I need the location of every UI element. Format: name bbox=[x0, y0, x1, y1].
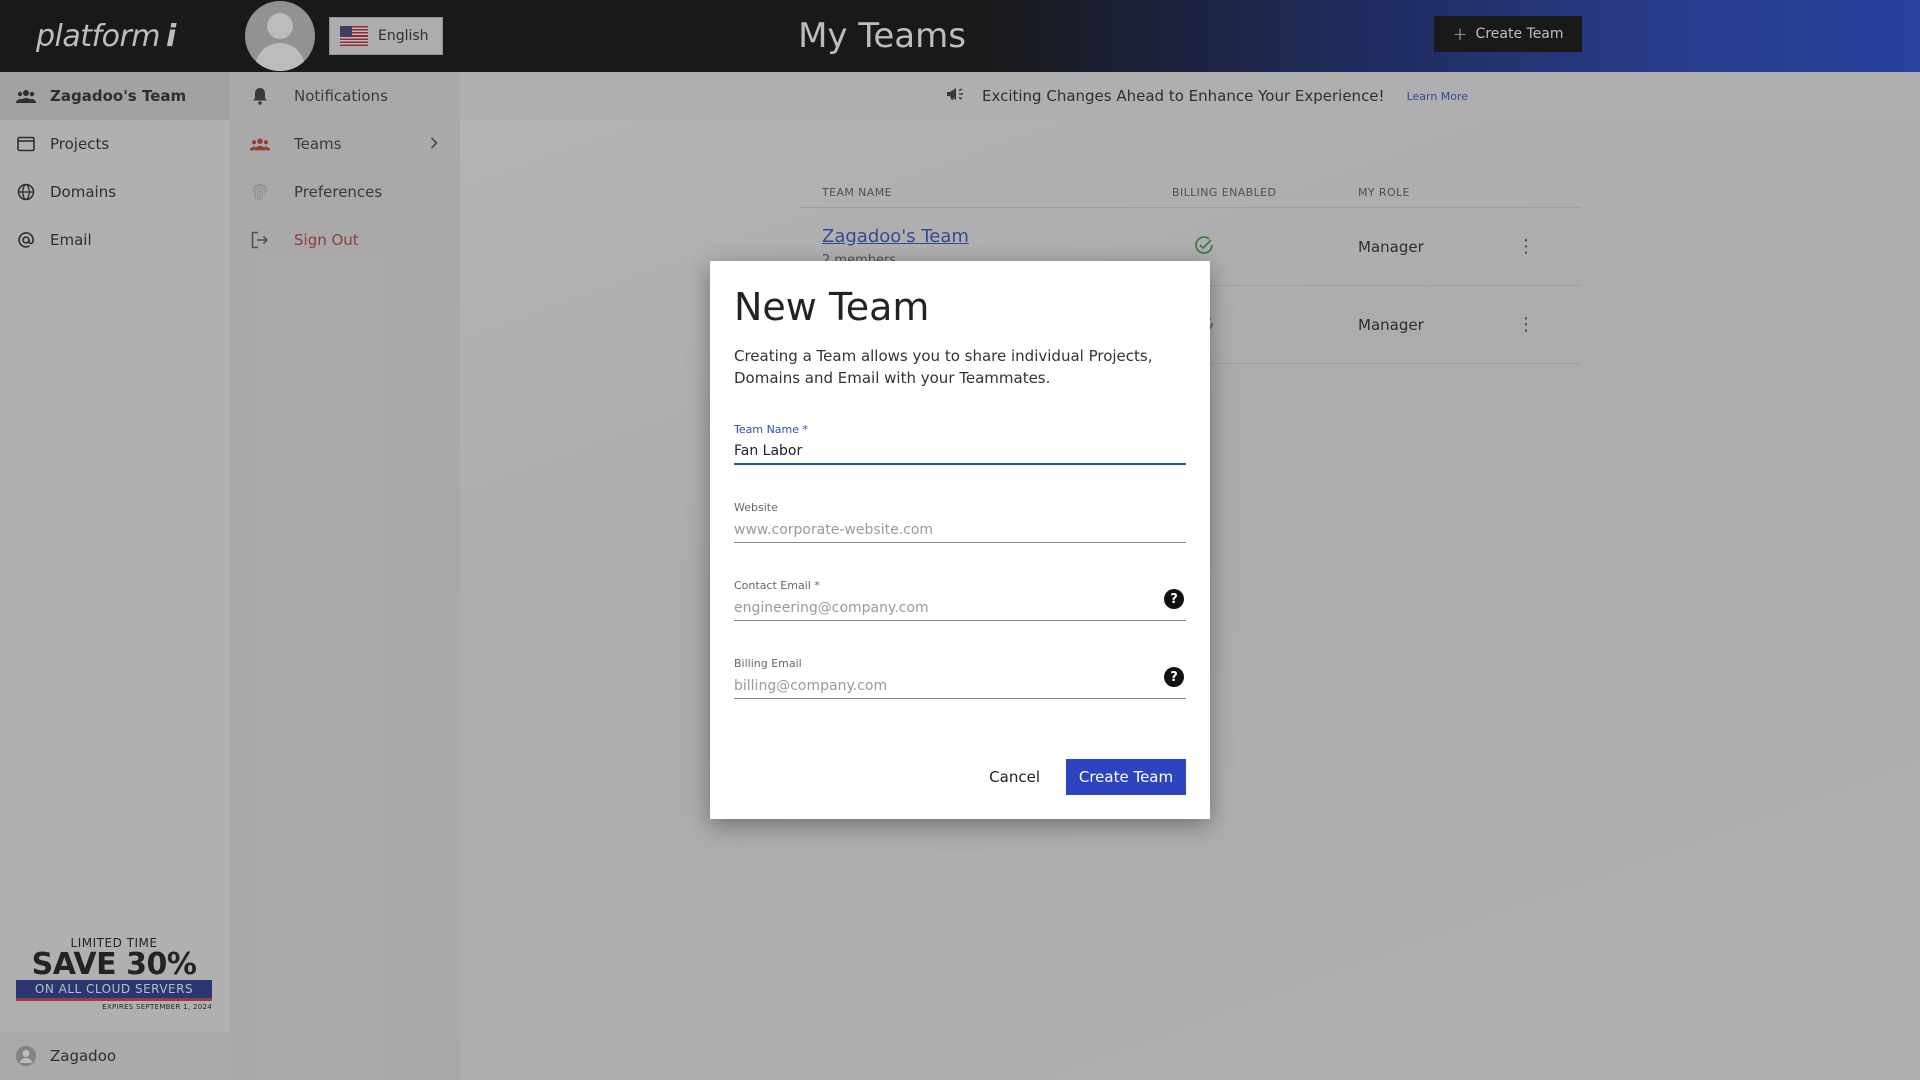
website-input[interactable] bbox=[734, 522, 1164, 538]
website-label: Website bbox=[734, 501, 778, 514]
help-icon[interactable]: ? bbox=[1164, 589, 1184, 609]
contact-email-input[interactable] bbox=[734, 600, 1164, 616]
billing-email-label: Billing Email bbox=[734, 657, 802, 670]
help-icon[interactable]: ? bbox=[1164, 667, 1184, 687]
cancel-button[interactable]: Cancel bbox=[989, 768, 1040, 786]
billing-email-field: Billing Email ? bbox=[734, 657, 1186, 699]
dialog-description: Creating a Team allows you to share indi… bbox=[734, 347, 1153, 387]
team-name-input[interactable] bbox=[734, 443, 1164, 459]
new-team-dialog: New Team Creating a Team allows you to s… bbox=[710, 261, 1210, 819]
team-name-label: Team Name * bbox=[734, 423, 809, 436]
billing-email-input[interactable] bbox=[734, 678, 1164, 694]
contact-email-label: Contact Email * bbox=[734, 579, 820, 592]
create-team-button[interactable]: Create Team bbox=[1066, 759, 1186, 795]
dialog-actions: Cancel Create Team bbox=[989, 759, 1186, 795]
dialog-title: New Team bbox=[734, 285, 930, 329]
team-name-field: Team Name * bbox=[734, 423, 1186, 465]
website-field: Website bbox=[734, 501, 1186, 543]
contact-email-field: Contact Email * ? bbox=[734, 579, 1186, 621]
